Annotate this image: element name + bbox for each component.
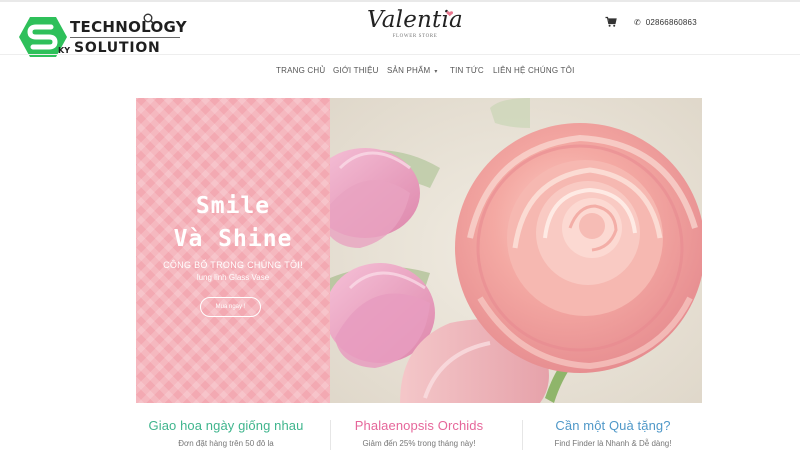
feature-delivery: Giao hoa ngày giống nhau Đơn đặt hàng tr…	[131, 418, 321, 450]
hero-subtitle-2: lung linh Glass Vase	[196, 273, 270, 282]
hero-title-line2: Và Shine	[173, 226, 293, 252]
site-logo[interactable]: Valentia ❤ FLOWER STORE	[360, 6, 470, 46]
hero-subtitle: CÔNG BỐ TRONG CHÚNG TÔI!	[163, 260, 303, 270]
browser-top-border	[0, 0, 800, 2]
feature-orchids: Phalaenopsis Orchids Giảm đến 25% trong …	[324, 418, 514, 450]
nav-item-news[interactable]: TIN TỨC	[450, 66, 484, 75]
cart-icon[interactable]	[605, 16, 617, 28]
search-icon[interactable]	[142, 12, 156, 26]
nav-item-products[interactable]: SẢN PHẨM ▾	[387, 66, 438, 75]
main-nav: TRANG CHỦ GIỚI THIỆU SẢN PHẨM ▾ TIN TỨC L…	[0, 66, 800, 80]
nav-item-home[interactable]: TRANG CHỦ	[276, 66, 325, 75]
heart-icon: ❤	[446, 9, 454, 19]
feature-orchids-text: Giảm đến 25% trong tháng này!	[362, 439, 476, 448]
buy-now-button[interactable]: Mua ngay !	[200, 297, 261, 317]
page: TECHNOLOGY KY SOLUTION Valentia ❤ FLOWER…	[0, 0, 800, 450]
hero-banner: Smile Và Shine CÔNG BỐ TRONG CHÚNG TÔI! …	[136, 98, 702, 403]
feature-delivery-text: Đơn đặt hàng trên 50 đô la	[178, 439, 274, 448]
hero-text-panel: Smile Và Shine CÔNG BỐ TRONG CHÚNG TÔI! …	[136, 98, 330, 403]
feature-gift-text: Find Finder là Nhanh & Dễ dàng!	[554, 439, 672, 448]
feature-gift-title: Cần một Quà tặng?	[555, 418, 671, 433]
feature-orchids-title: Phalaenopsis Orchids	[354, 418, 484, 433]
feature-delivery-title: Giao hoa ngày giống nhau	[148, 418, 304, 433]
nav-item-about[interactable]: GIỚI THIỆU	[333, 66, 379, 75]
phone-number: 02866860863	[645, 17, 697, 27]
phone-icon: ✆	[634, 17, 641, 27]
brand-tagline: FLOWER STORE	[392, 34, 438, 39]
phone-link[interactable]: ✆ 02866860863	[634, 15, 697, 29]
header-divider	[0, 54, 800, 55]
hero-title-line1: Smile	[195, 193, 271, 219]
feature-gift: Cần một Quà tặng? Find Finder là Nhanh &…	[518, 418, 708, 450]
rose-photo-illustration	[310, 98, 702, 403]
watermark-rule	[70, 37, 180, 38]
nav-item-contact[interactable]: LIÊN HỆ CHÚNG TÔI	[493, 66, 575, 75]
nav-item-products-label: SẢN PHẨM	[387, 66, 431, 75]
watermark-line1: TECHNOLOGY	[70, 18, 187, 36]
hero-image	[310, 98, 702, 403]
chevron-down-icon: ▾	[434, 69, 438, 75]
